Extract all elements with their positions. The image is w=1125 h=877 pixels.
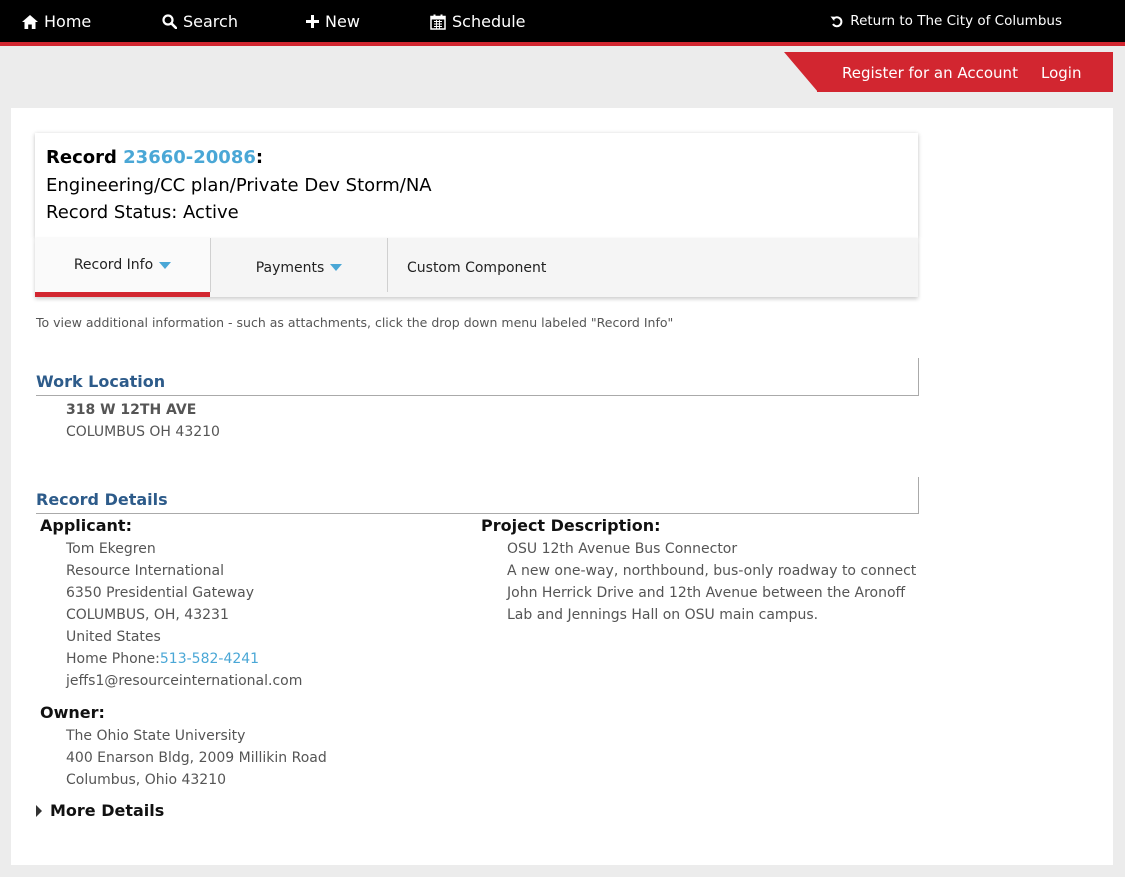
nav-home[interactable]: Home	[22, 12, 91, 31]
record-details-header: Record Details	[36, 477, 919, 514]
nav-search[interactable]: Search	[162, 12, 238, 31]
tab-record-info-label: Record Info	[73, 257, 154, 273]
nav-schedule[interactable]: Schedule	[430, 12, 526, 31]
project-line: Lab and Jennings Hall on OSU main campus…	[507, 607, 819, 623]
applicant-email: jeffs1@resourceinternational.com	[66, 673, 303, 689]
work-location-city: COLUMBUS OH 43210	[66, 424, 220, 440]
more-details-label: More Details	[50, 801, 165, 820]
account-bar-slant	[784, 52, 818, 92]
plus-icon	[306, 15, 319, 28]
record-colon: :	[255, 147, 264, 168]
top-nav: Home Search New Schedule Return to The C…	[0, 0, 1125, 46]
nav-new[interactable]: New	[306, 12, 360, 31]
return-link-label: Return to The City of Columbus	[850, 13, 1062, 29]
project-line: A new one-way, northbound, bus-only road…	[507, 563, 917, 579]
record-type: Engineering/CC plan/Private Dev Storm/NA	[46, 175, 432, 196]
record-header: Record 23660-20086: Engineering/CC plan/…	[35, 133, 918, 238]
tab-payments[interactable]: Payments	[211, 238, 387, 297]
record-tabs: Record Info Payments Custom Component	[35, 238, 918, 297]
caret-down-icon	[159, 261, 172, 269]
owner-city: Columbus, Ohio 43210	[66, 772, 227, 788]
project-description-label: Project Description:	[481, 516, 661, 535]
project-line: John Herrick Drive and 12th Avenue betwe…	[507, 585, 906, 601]
nav-schedule-label: Schedule	[452, 12, 526, 31]
login-link[interactable]: Login	[1041, 64, 1081, 82]
register-link[interactable]: Register for an Account	[842, 64, 1018, 82]
search-icon	[162, 14, 177, 29]
record-details-title: Record Details	[36, 490, 168, 509]
applicant-street: 6350 Presidential Gateway	[66, 585, 255, 601]
nav-search-label: Search	[183, 12, 238, 31]
home-icon	[22, 14, 38, 29]
info-hint: To view additional information - such as…	[36, 315, 674, 330]
applicant-company: Resource International	[66, 563, 225, 579]
tab-custom-component[interactable]: Custom Component	[388, 238, 565, 297]
phone-label: Home Phone:	[66, 651, 160, 667]
undo-icon	[830, 15, 843, 27]
tab-custom-component-label: Custom Component	[407, 259, 547, 276]
more-details-toggle[interactable]: More Details	[36, 801, 164, 820]
caret-down-icon	[330, 264, 343, 271]
work-location-title: Work Location	[36, 372, 166, 391]
nav-new-label: New	[325, 12, 360, 31]
owner-name: The Ohio State University	[66, 728, 246, 744]
owner-label: Owner:	[40, 703, 105, 722]
applicant-label: Applicant:	[40, 516, 132, 535]
calendar-icon	[430, 14, 446, 30]
record-label: Record	[46, 147, 117, 168]
record-status: Record Status: Active	[46, 202, 239, 223]
owner-street: 400 Enarson Bldg, 2009 Millikin Road	[66, 750, 327, 766]
applicant-phone: Home Phone:513-582-4241	[66, 648, 259, 670]
applicant-city: COLUMBUS, OH, 43231	[66, 607, 229, 623]
record-title: Record 23660-20086:	[46, 147, 907, 169]
work-location-street: 318 W 12TH AVE	[66, 402, 197, 418]
phone-link[interactable]: 513-582-4241	[160, 651, 259, 667]
tab-record-info[interactable]: Record Info	[35, 238, 210, 297]
record-id: 23660-20086	[123, 147, 256, 168]
tab-payments-label: Payments	[255, 259, 325, 276]
applicant-name: Tom Ekegren	[66, 541, 156, 557]
triangle-right-icon	[36, 804, 42, 817]
work-location-header: Work Location	[36, 358, 919, 396]
return-link[interactable]: Return to The City of Columbus	[830, 13, 1062, 29]
project-title: OSU 12th Avenue Bus Connector	[507, 541, 738, 557]
applicant-country: United States	[66, 629, 161, 645]
nav-home-label: Home	[44, 12, 92, 31]
